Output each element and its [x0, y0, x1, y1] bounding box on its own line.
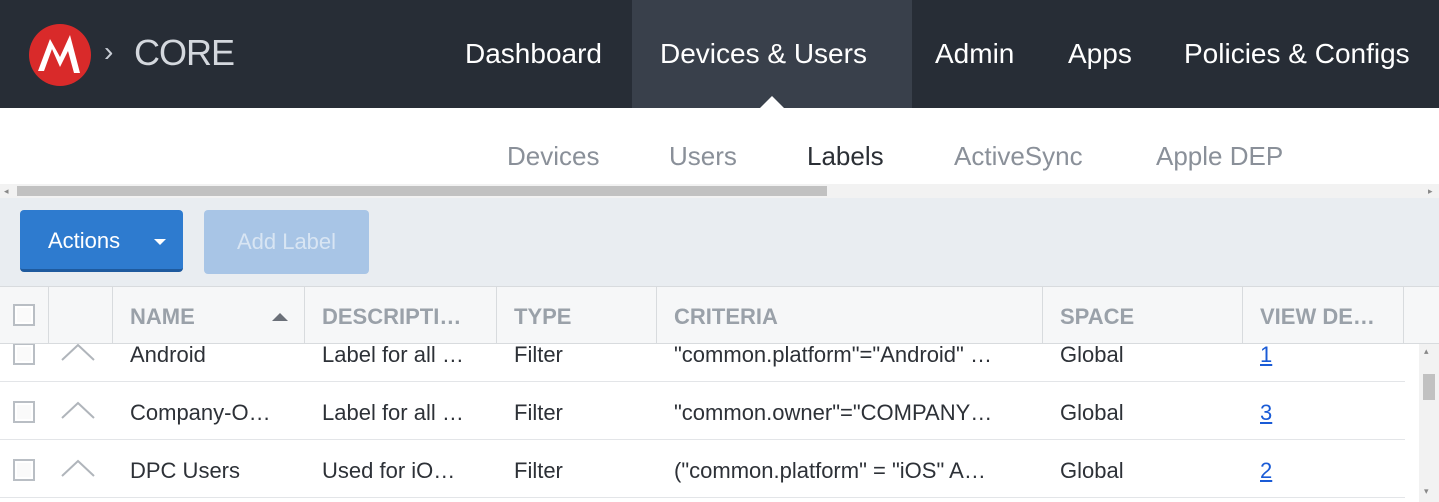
vertical-scrollbar[interactable]: ▴ ▾	[1419, 344, 1439, 502]
row-view-devices-link[interactable]: 1	[1260, 344, 1272, 368]
table-row[interactable]: Company-O… Label for all … Filter "commo…	[0, 382, 1405, 440]
table-row[interactable]: Android Label for all … Filter "common.p…	[0, 344, 1405, 382]
row-description: Label for all …	[322, 344, 464, 367]
row-checkbox[interactable]	[13, 344, 35, 365]
nav-dashboard[interactable]: Dashboard	[437, 0, 630, 108]
column-header-name-label: NAME	[130, 304, 195, 329]
row-view-devices-link[interactable]: 3	[1260, 400, 1272, 426]
top-navigation-bar: › CORE Dashboard Devices & Users Admin A…	[0, 0, 1439, 108]
horizontal-scrollbar[interactable]: ◂ ▸	[0, 184, 1439, 198]
column-header-description[interactable]: DESCRIPTI…	[305, 287, 497, 343]
select-all-checkbox[interactable]	[13, 304, 35, 326]
nav-admin[interactable]: Admin	[907, 0, 1042, 108]
row-view-devices-link[interactable]: 2	[1260, 458, 1272, 484]
row-name: Android	[130, 344, 206, 367]
header-select-all-cell	[0, 287, 49, 343]
actions-button[interactable]: Actions	[20, 210, 183, 272]
row-description: Used for iO…	[322, 458, 456, 483]
add-label-button: Add Label	[204, 210, 369, 274]
row-checkbox[interactable]	[13, 401, 35, 423]
sort-ascending-icon[interactable]	[272, 313, 288, 321]
column-header-view-devices[interactable]: VIEW DE…	[1243, 287, 1404, 343]
row-criteria: "common.owner"="COMPANY…	[674, 400, 993, 425]
actions-button-label: Actions	[48, 228, 121, 253]
chevron-up-icon[interactable]	[60, 344, 96, 362]
mobileiron-logo[interactable]	[28, 23, 92, 87]
horizontal-scroll-thumb[interactable]	[17, 186, 827, 196]
nav-devices-users[interactable]: Devices & Users	[632, 0, 912, 108]
nav-apps[interactable]: Apps	[1040, 0, 1160, 108]
table-body: Android Label for all … Filter "common.p…	[0, 344, 1405, 502]
row-type: Filter	[514, 344, 563, 367]
scroll-left-icon[interactable]: ◂	[4, 184, 9, 198]
row-checkbox[interactable]	[13, 459, 35, 481]
column-header-type[interactable]: TYPE	[497, 287, 657, 343]
scroll-down-icon[interactable]: ▾	[1424, 486, 1429, 497]
subnav-labels[interactable]: Labels	[807, 141, 884, 172]
chevron-up-icon[interactable]	[60, 400, 96, 420]
sub-navigation: Devices Users Labels ActiveSync Apple DE…	[0, 108, 1439, 186]
labels-table: NAME DESCRIPTI… TYPE CRITERIA SPACE VIEW…	[0, 286, 1439, 502]
subnav-apple-dep[interactable]: Apple DEP	[1156, 141, 1283, 172]
column-header-criteria[interactable]: CRITERIA	[657, 287, 1043, 343]
subnav-devices[interactable]: Devices	[507, 141, 599, 172]
header-expand-cell	[49, 287, 113, 343]
table-row[interactable]: DPC Users Used for iO… Filter ("common.p…	[0, 440, 1405, 498]
subnav-users[interactable]: Users	[669, 141, 737, 172]
nav-policies-configs[interactable]: Policies & Configs	[1156, 0, 1438, 108]
row-space: Global	[1060, 400, 1124, 425]
row-space: Global	[1060, 344, 1124, 367]
row-criteria: ("common.platform" = "iOS" A…	[674, 458, 986, 483]
row-type: Filter	[514, 400, 563, 425]
column-header-space[interactable]: SPACE	[1043, 287, 1243, 343]
subnav-activesync[interactable]: ActiveSync	[954, 141, 1083, 172]
row-criteria: "common.platform"="Android" …	[674, 344, 992, 367]
active-nav-caret	[760, 96, 784, 108]
row-type: Filter	[514, 458, 563, 483]
row-name: DPC Users	[130, 458, 241, 483]
vertical-scroll-thumb[interactable]	[1423, 374, 1435, 400]
brand-separator: ›	[104, 36, 114, 67]
row-space: Global	[1060, 458, 1124, 483]
caret-down-icon	[154, 239, 166, 245]
table-header: NAME DESCRIPTI… TYPE CRITERIA SPACE VIEW…	[0, 286, 1439, 344]
toolbar: Actions Add Label	[0, 198, 1439, 286]
row-name: Company-O…	[130, 400, 271, 425]
scroll-right-icon[interactable]: ▸	[1428, 184, 1433, 198]
scroll-up-icon[interactable]: ▴	[1424, 346, 1429, 357]
brand-name: CORE	[134, 32, 235, 73]
chevron-up-icon[interactable]	[60, 458, 96, 478]
row-description: Label for all …	[322, 400, 464, 425]
